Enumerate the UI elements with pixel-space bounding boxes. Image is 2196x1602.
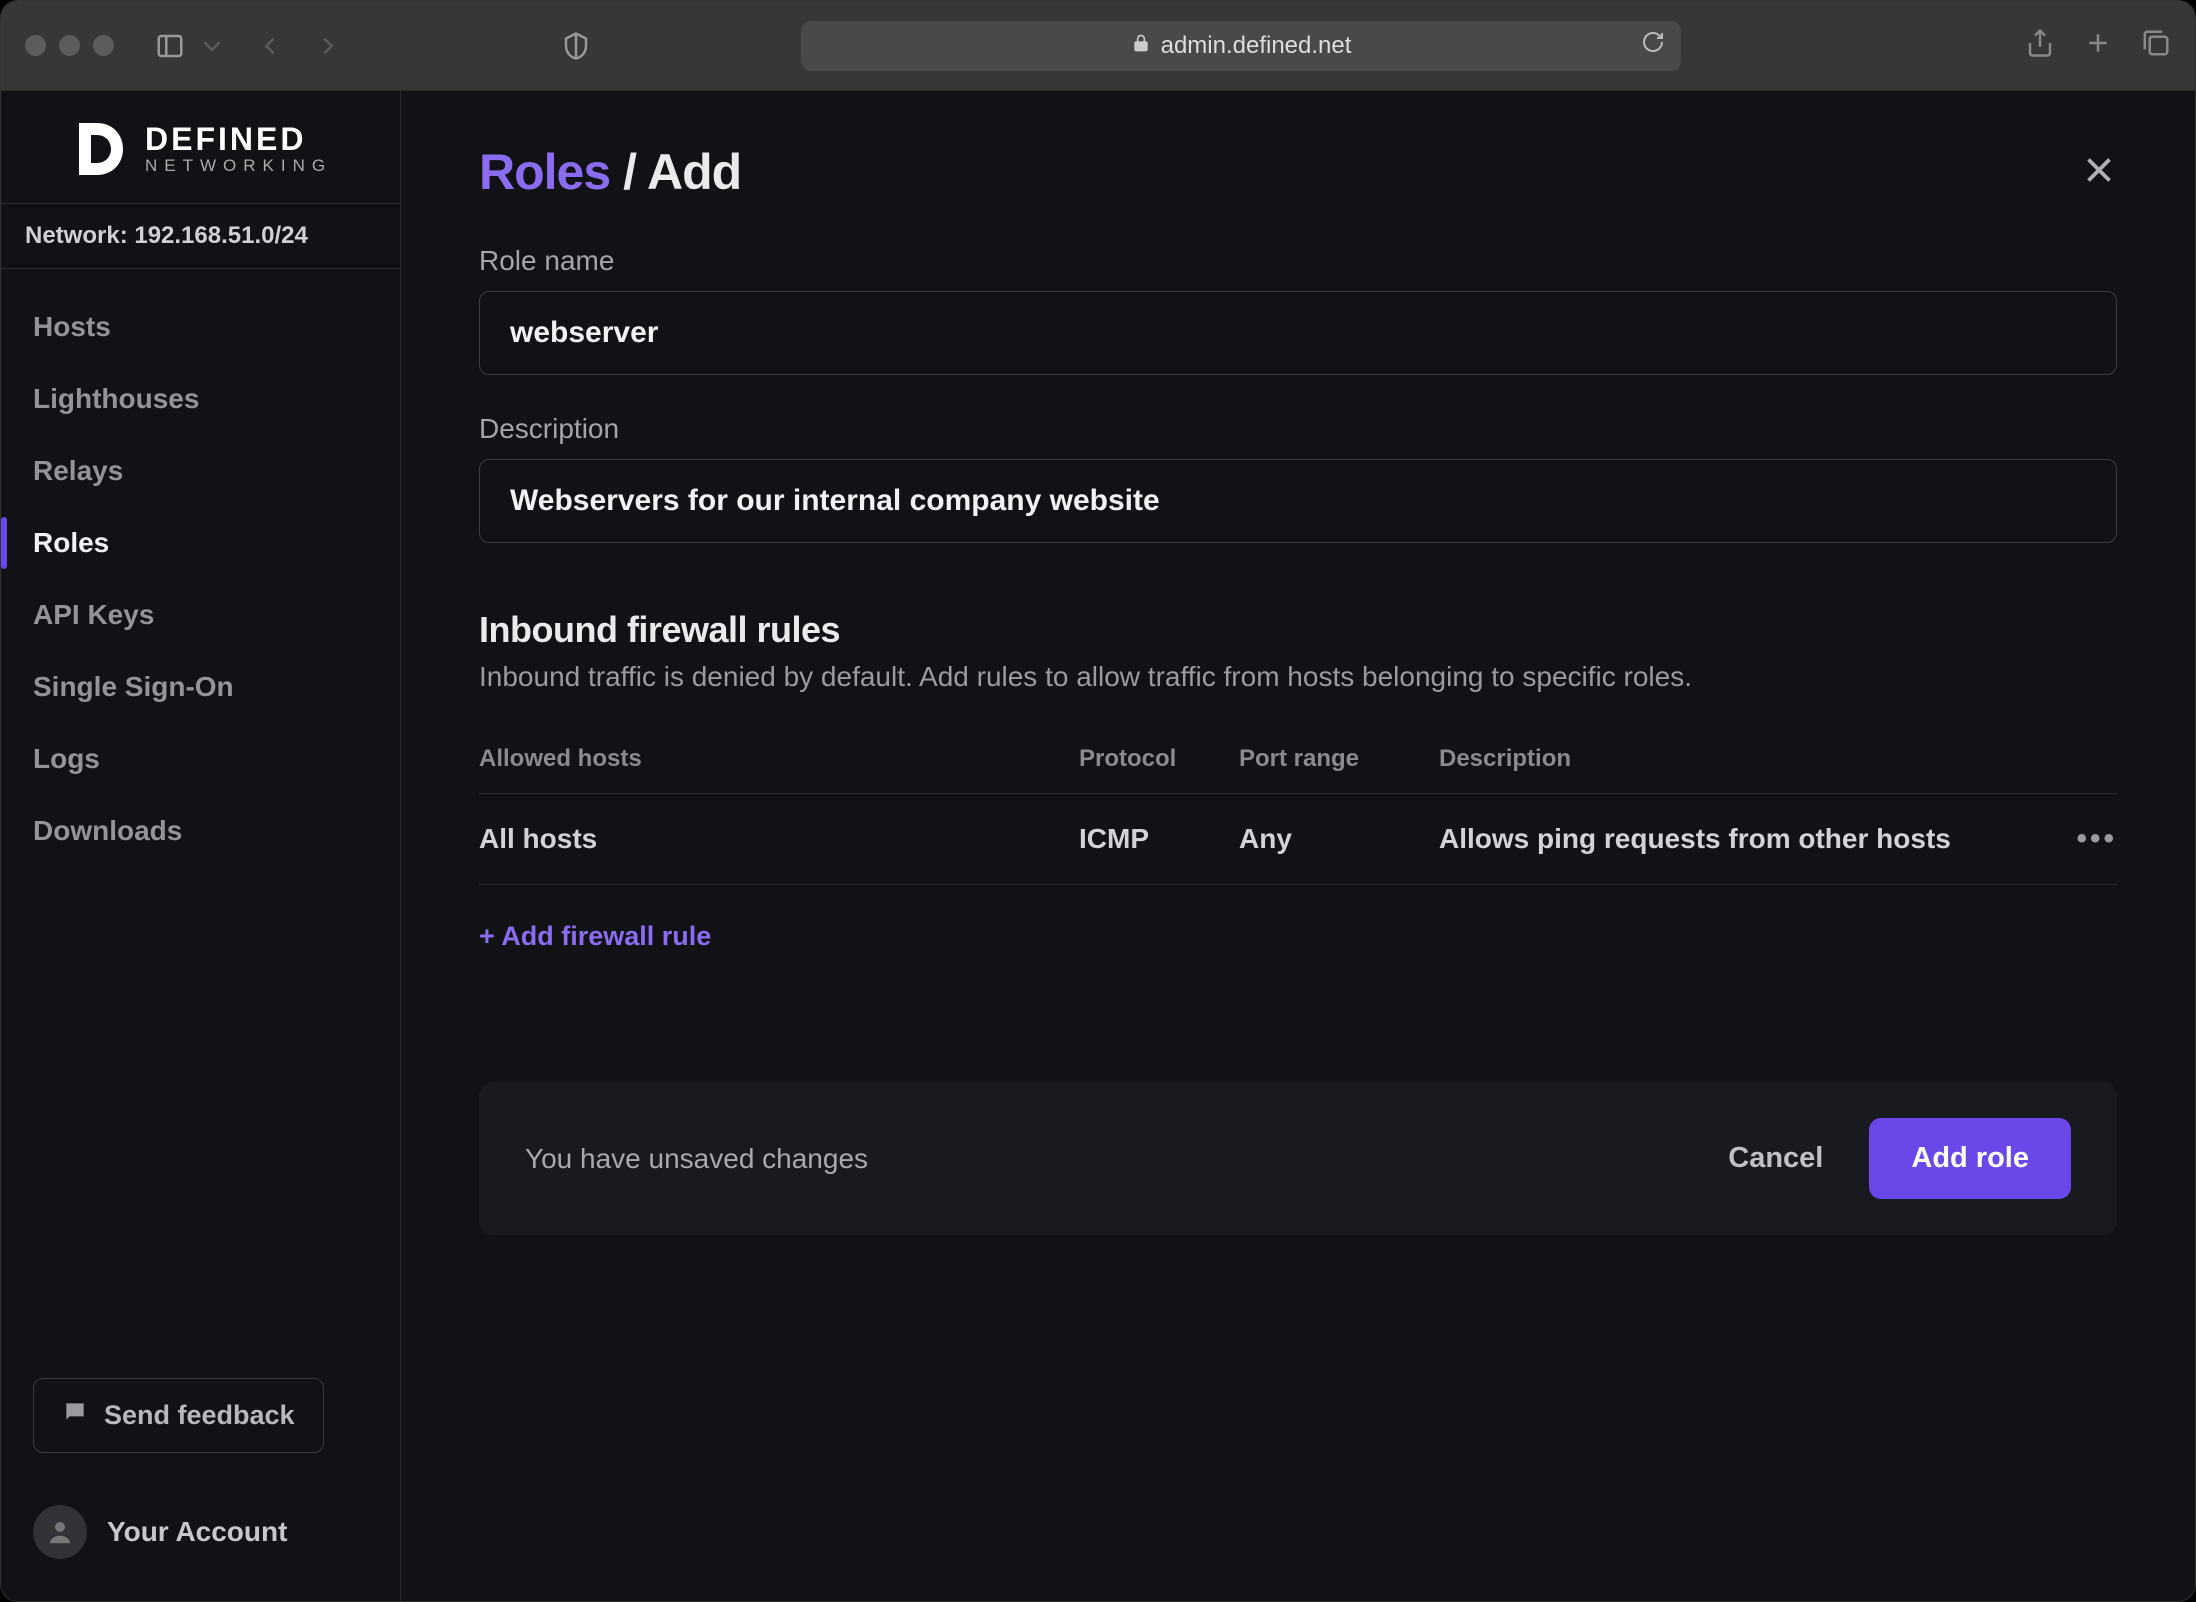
sidebar-item-api-keys[interactable]: API Keys (1, 579, 400, 651)
brand-logo[interactable]: DEFINED NETWORKING (1, 91, 400, 203)
sidebar-item-sso[interactable]: Single Sign-On (1, 651, 400, 723)
address-bar[interactable]: admin.defined.net (801, 21, 1681, 71)
add-firewall-rule-link[interactable]: + Add firewall rule (479, 921, 711, 952)
breadcrumb-root[interactable]: Roles (479, 144, 610, 200)
role-name-label: Role name (479, 245, 2117, 277)
sidebar-item-hosts[interactable]: Hosts (1, 291, 400, 363)
close-button[interactable] (2081, 152, 2117, 193)
brand-subtitle: NETWORKING (145, 157, 332, 175)
cancel-button[interactable]: Cancel (1728, 1142, 1823, 1175)
firewall-table-header: Allowed hosts Protocol Port range Descri… (479, 725, 2117, 794)
share-icon[interactable] (2025, 28, 2055, 63)
rule-actions-menu[interactable]: ••• (2037, 822, 2117, 856)
network-info[interactable]: Network: 192.168.51.0/24 (1, 203, 400, 269)
rule-protocol: ICMP (1079, 823, 1239, 855)
chat-icon (62, 1399, 88, 1432)
breadcrumb-current: Add (647, 144, 741, 200)
refresh-icon[interactable] (1641, 30, 1665, 61)
description-label: Description (479, 413, 2117, 445)
sidebar-item-relays[interactable]: Relays (1, 435, 400, 507)
sidebar-toggle-icon[interactable] (150, 26, 190, 66)
col-allowed-hosts: Allowed hosts (479, 745, 1079, 773)
window-zoom-button[interactable] (93, 35, 114, 56)
window-close-button[interactable] (25, 35, 46, 56)
breadcrumb-separator: / (610, 144, 647, 200)
window-minimize-button[interactable] (59, 35, 80, 56)
sidebar-item-lighthouses[interactable]: Lighthouses (1, 363, 400, 435)
url-text: admin.defined.net (1161, 32, 1352, 60)
add-role-button[interactable]: Add role (1869, 1118, 2071, 1199)
action-bar: You have unsaved changes Cancel Add role (479, 1082, 2117, 1235)
page-title: Roles / Add (479, 143, 741, 201)
sidebar-item-downloads[interactable]: Downloads (1, 795, 400, 867)
role-name-input[interactable] (479, 291, 2117, 375)
rule-port-range: Any (1239, 823, 1439, 855)
feedback-label: Send feedback (104, 1400, 295, 1431)
logo-mark-icon (71, 119, 127, 179)
col-port-range: Port range (1239, 745, 1439, 773)
browser-toolbar: admin.defined.net (1, 1, 2195, 91)
chevron-down-icon[interactable] (192, 26, 232, 66)
firewall-rule-row[interactable]: All hosts ICMP Any Allows ping requests … (479, 794, 2117, 885)
firewall-table: Allowed hosts Protocol Port range Descri… (479, 725, 2117, 885)
lock-icon (1131, 32, 1151, 60)
unsaved-changes-text: You have unsaved changes (525, 1143, 868, 1175)
send-feedback-button[interactable]: Send feedback (33, 1378, 324, 1453)
window-controls (25, 35, 114, 56)
tabs-icon[interactable] (2141, 28, 2171, 63)
back-button[interactable] (250, 26, 290, 66)
account-label: Your Account (107, 1516, 287, 1548)
sidebar: DEFINED NETWORKING Network: 192.168.51.0… (1, 91, 401, 1601)
col-protocol: Protocol (1079, 745, 1239, 773)
sidebar-item-logs[interactable]: Logs (1, 723, 400, 795)
sidebar-nav: Hosts Lighthouses Relays Roles API Keys … (1, 269, 400, 1358)
sidebar-item-roles[interactable]: Roles (1, 507, 400, 579)
description-input[interactable] (479, 459, 2117, 543)
main-content: Roles / Add Role name Description Inboun… (401, 91, 2195, 1601)
forward-button[interactable] (308, 26, 348, 66)
firewall-section-desc: Inbound traffic is denied by default. Ad… (479, 661, 2117, 693)
rule-allowed-hosts: All hosts (479, 823, 1079, 855)
account-footer[interactable]: Your Account (1, 1473, 400, 1601)
col-description: Description (1439, 745, 2037, 773)
privacy-shield-icon[interactable] (556, 26, 596, 66)
avatar (33, 1505, 87, 1559)
brand-name: DEFINED (145, 123, 332, 157)
new-tab-icon[interactable] (2083, 28, 2113, 63)
rule-description: Allows ping requests from other hosts (1439, 823, 2037, 855)
firewall-section-title: Inbound firewall rules (479, 609, 2117, 651)
